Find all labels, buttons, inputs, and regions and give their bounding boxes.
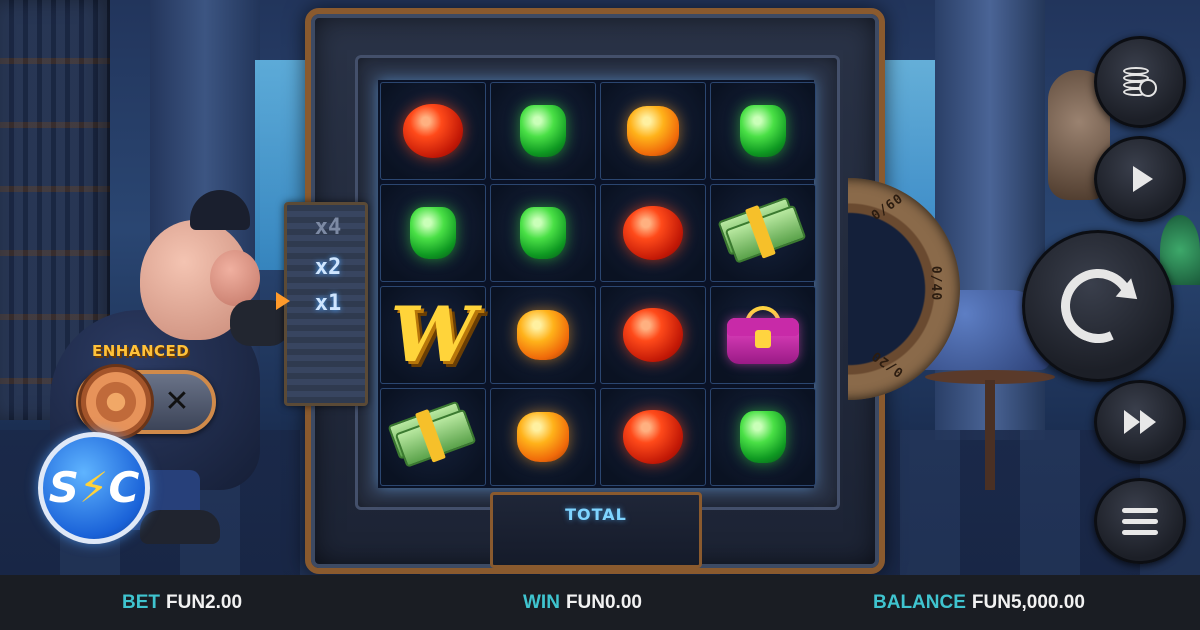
reel-cell: W — [380, 286, 486, 384]
green-gem-icon — [520, 207, 566, 259]
reel-cell — [380, 388, 486, 486]
bet-label: BET — [122, 592, 160, 613]
multiplier-panel: x4 x2 x1 — [284, 202, 368, 406]
multiplier-x1: x1 — [314, 291, 342, 316]
wild-symbol: W — [390, 290, 476, 379]
close-icon[interactable]: ✕ — [160, 385, 194, 419]
dial-counter-40: 0/40 — [928, 265, 944, 302]
reel-cell — [710, 286, 816, 384]
reel-cell — [600, 82, 706, 180]
green-gem-icon — [410, 207, 456, 259]
win-label: WIN — [523, 592, 560, 613]
enhanced-label: ENHANCED — [92, 342, 190, 360]
coins-icon — [1123, 67, 1157, 97]
red-gem-icon — [623, 410, 683, 464]
reel-cell — [600, 388, 706, 486]
status-bar: BET FUN2.00 WIN FUN0.00 BALANCE FUN5,000.00 — [0, 575, 1200, 630]
orange-gem-icon — [517, 412, 569, 462]
reel-cell — [490, 388, 596, 486]
green-gem-icon — [520, 105, 566, 157]
multiplier-pointer-icon — [276, 292, 290, 310]
menu-button[interactable] — [1094, 478, 1186, 564]
reel-cell — [710, 184, 816, 282]
balance-value: FUN5,000.00 — [971, 592, 1085, 613]
bet-value: FUN2.00 — [166, 592, 243, 613]
multiplier-x2: x2 — [314, 255, 342, 280]
handbag-icon — [723, 306, 803, 364]
win-display: WIN FUN0.00 — [523, 592, 642, 614]
reel-cell — [600, 286, 706, 384]
green-gem-icon — [740, 411, 786, 463]
bet-coins-button[interactable] — [1094, 36, 1186, 128]
autoplay-button[interactable] — [1094, 136, 1186, 222]
total-label: TOTAL — [565, 505, 627, 524]
red-gem-icon — [623, 308, 683, 362]
play-icon — [1133, 166, 1153, 192]
progress-dial: 0/60 0/40 0/20 — [848, 178, 960, 400]
character-shoe — [140, 510, 220, 544]
menu-icon — [1122, 502, 1158, 541]
reel-cell — [380, 184, 486, 282]
multiplier-x4: x4 — [314, 215, 342, 240]
red-gem-icon — [403, 104, 463, 158]
orange-gem-icon — [627, 106, 679, 156]
sc-badge[interactable]: S⚡C — [38, 432, 150, 544]
green-gem-icon — [740, 105, 786, 157]
spin-button[interactable] — [1022, 230, 1174, 382]
side-table-leg — [985, 380, 995, 490]
character-nose — [210, 250, 260, 306]
cash-stack-icon — [717, 195, 808, 271]
reel-grid: W — [378, 80, 816, 488]
reel-cell — [490, 184, 596, 282]
balance-label: BALANCE — [873, 592, 966, 613]
total-box — [490, 492, 702, 568]
vault-dial-icon[interactable] — [78, 364, 154, 440]
reel-cell — [710, 388, 816, 486]
badge-letter-c: C — [108, 463, 140, 512]
badge-letter-s: S — [48, 463, 79, 512]
reel-cell — [490, 286, 596, 384]
orange-gem-icon — [517, 310, 569, 360]
win-value: FUN0.00 — [565, 592, 642, 613]
reel-cell — [490, 82, 596, 180]
reel-cell — [600, 184, 706, 282]
spin-icon — [1050, 258, 1146, 354]
red-gem-icon — [623, 206, 683, 260]
bet-display: BET FUN2.00 — [122, 592, 242, 614]
fast-forward-icon — [1124, 410, 1156, 434]
lightning-icon: ⚡ — [78, 463, 109, 512]
turbo-button[interactable] — [1094, 380, 1186, 464]
reel-cell — [710, 82, 816, 180]
reel-cell — [380, 82, 486, 180]
cash-stack-icon — [387, 399, 478, 475]
balance-display: BALANCE FUN5,000.00 — [873, 592, 1085, 614]
character-hat — [190, 190, 250, 230]
